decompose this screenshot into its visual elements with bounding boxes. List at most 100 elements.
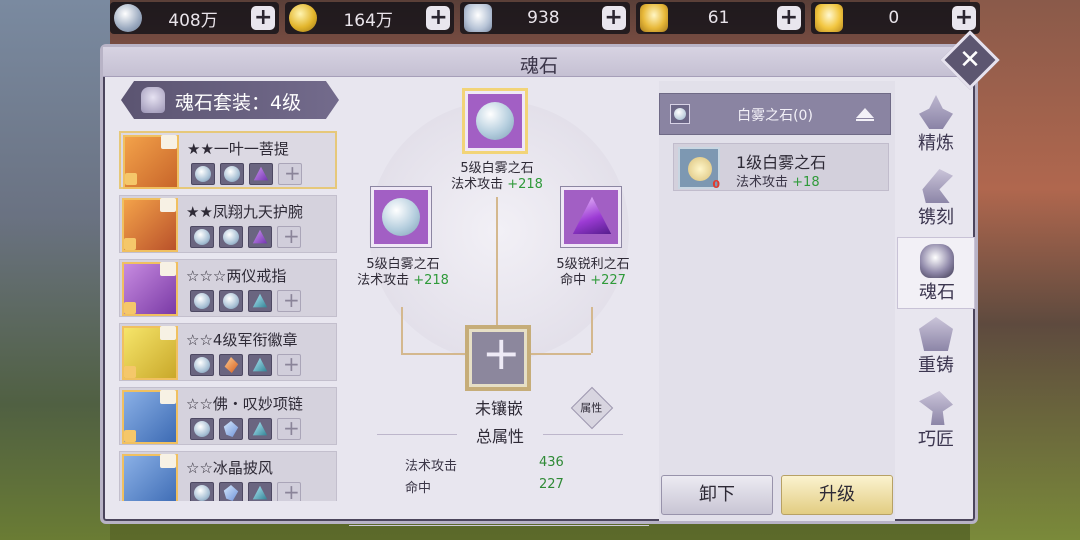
soul-stone-panel: 魂石 ✕ 魂石套装：4级 ★★一叶一菩提 ★★凤翔九天护腕 [100, 30, 1000, 526]
empty-slot [277, 352, 301, 376]
tab-soul-stone[interactable]: 魂石 [897, 237, 975, 309]
equipment-name: ☆☆☆两仪戒指 [186, 267, 287, 285]
total-attributes-title: 总属性 [365, 423, 635, 447]
connector-line [401, 307, 403, 353]
background-right [970, 0, 1080, 540]
total-stat-value: 436 [539, 455, 564, 470]
stone-mini-icon [670, 104, 690, 124]
pearl-gem-icon [194, 485, 210, 501]
stone-category-label: 白雾之石(0) [737, 108, 813, 124]
currency-value: 0 [888, 8, 900, 28]
soul-stone-set-bar: 魂石套装：4级 [121, 81, 339, 119]
add-currency-button[interactable]: + [952, 6, 977, 30]
equipment-item[interactable]: ☆☆冰晶披风 [119, 451, 337, 501]
tab-recast[interactable]: 重铸 [897, 311, 975, 383]
gem-stat: 法术攻击 +218 [451, 177, 543, 192]
background-left [0, 0, 110, 540]
pearl-gem-icon [223, 293, 239, 309]
side-tabs: 精炼 镌刻 魂石 重铸 巧匠 [897, 81, 977, 521]
equipment-item[interactable]: ☆☆4级军衔徽章 [119, 323, 337, 381]
orange-gem-icon [224, 357, 239, 373]
helmet-icon [141, 87, 165, 113]
pearl-gem-icon [194, 229, 210, 245]
teal-gem-icon [252, 293, 268, 308]
plus-icon: + [482, 326, 521, 380]
equipment-item[interactable]: ★★一叶一菩提 [119, 131, 337, 189]
equipment-name: ☆☆冰晶披风 [186, 459, 273, 477]
add-currency-button[interactable]: + [426, 6, 451, 30]
equipment-list[interactable]: ★★一叶一菩提 ★★凤翔九天护腕 ☆☆☆两仪戒指 [119, 131, 337, 501]
empty-socket-label: 未镶嵌 [474, 399, 523, 418]
gem-socket-area: ? 5级白雾之石 法术攻击 +218 5级白雾之石 法术攻击 +218 5级锐利… [349, 81, 747, 526]
tab-engrave[interactable]: 镌刻 [897, 163, 975, 235]
gem-socket-top[interactable] [465, 91, 525, 151]
gem-slots [190, 288, 301, 312]
sharp-stone-icon [572, 196, 612, 234]
gem-slot [219, 482, 243, 501]
engrave-icon [922, 169, 953, 203]
equipment-name: ☆☆4级军衔徽章 [186, 331, 298, 349]
empty-slot [278, 161, 302, 185]
equipment-item[interactable]: ★★凤翔九天护腕 [119, 195, 337, 253]
currency-value: 408万 [168, 10, 218, 31]
collapse-arrow-icon[interactable] [856, 108, 874, 121]
lock-icon [124, 302, 136, 314]
pearl-gem-icon [195, 166, 211, 182]
gem-slot [190, 290, 214, 312]
equipment-name: ☆☆佛・叹妙项链 [186, 395, 303, 413]
lock-icon [124, 366, 136, 378]
gem-name: 5级白雾之石 [460, 161, 534, 176]
lock-icon [124, 238, 136, 250]
gem-name: 5级锐利之石 [556, 257, 630, 272]
add-currency-button[interactable]: + [776, 6, 801, 30]
gem-slot [190, 418, 214, 440]
tab-label: 镌刻 [918, 207, 954, 228]
stone-list-item[interactable]: 0 1级白雾之石 法术攻击 +18 [673, 143, 889, 191]
equipment-item[interactable]: ☆☆佛・叹妙项链 [119, 387, 337, 445]
stone-category-header[interactable]: 白雾之石(0) [659, 93, 891, 135]
white-mist-stone-icon [476, 102, 514, 140]
gem-slot [190, 354, 214, 376]
gem-socket-right[interactable] [561, 187, 621, 247]
tab-craftsman[interactable]: 巧匠 [897, 385, 975, 457]
attribute-label: 属性 [580, 401, 603, 415]
gem-slots [190, 352, 301, 376]
gem-name: 5级白雾之石 [366, 257, 440, 272]
gold-coin-icon [289, 4, 318, 32]
gem-slot [248, 482, 272, 501]
stone-count: 0 [712, 178, 720, 191]
equipment-name: ★★一叶一菩提 [187, 140, 289, 158]
teal-gem-icon [252, 357, 268, 372]
lock-icon [124, 430, 136, 442]
total-stat-label: 法术攻击 [405, 459, 458, 474]
upgrade-button[interactable]: 升级 [781, 475, 893, 515]
add-currency-button[interactable]: + [251, 6, 276, 30]
empty-socket-bottom[interactable]: + [469, 326, 527, 387]
gem-slot [248, 226, 272, 248]
currency-silver: 408万 + [110, 2, 280, 34]
gem-slot [191, 163, 215, 185]
badge-icon [160, 390, 176, 404]
silver-ingot-icon [464, 4, 493, 32]
gem-slot [248, 418, 272, 440]
recast-icon [919, 317, 953, 351]
gem-slot [248, 354, 272, 376]
currency-value: 61 [707, 8, 730, 28]
empty-slot [277, 416, 301, 440]
white-mist-stone-icon [382, 198, 420, 236]
tab-refine[interactable]: 精炼 [897, 89, 975, 161]
gem-slot [219, 290, 243, 312]
stone-selector: 白雾之石(0) 0 1级白雾之石 法术攻击 +18 卸下 升级 [659, 81, 895, 521]
pearl-gem-icon [194, 293, 210, 309]
add-currency-button[interactable]: + [601, 6, 626, 30]
equipment-item[interactable]: ☆☆☆两仪戒指 [119, 259, 337, 317]
currency-bar: 408万 + 164万 + 938 + 61 + 0 + [110, 2, 981, 36]
currency-silver-ingot: 938 + [460, 2, 630, 34]
gem-socket-left[interactable] [371, 187, 431, 247]
tab-label: 精炼 [918, 133, 954, 154]
tab-label: 魂石 [919, 282, 955, 303]
unload-button[interactable]: 卸下 [661, 475, 773, 515]
white-mist-stone-icon: 0 [678, 147, 720, 191]
pearl-gem-icon [194, 421, 210, 437]
soul-stone-icon [920, 244, 954, 278]
